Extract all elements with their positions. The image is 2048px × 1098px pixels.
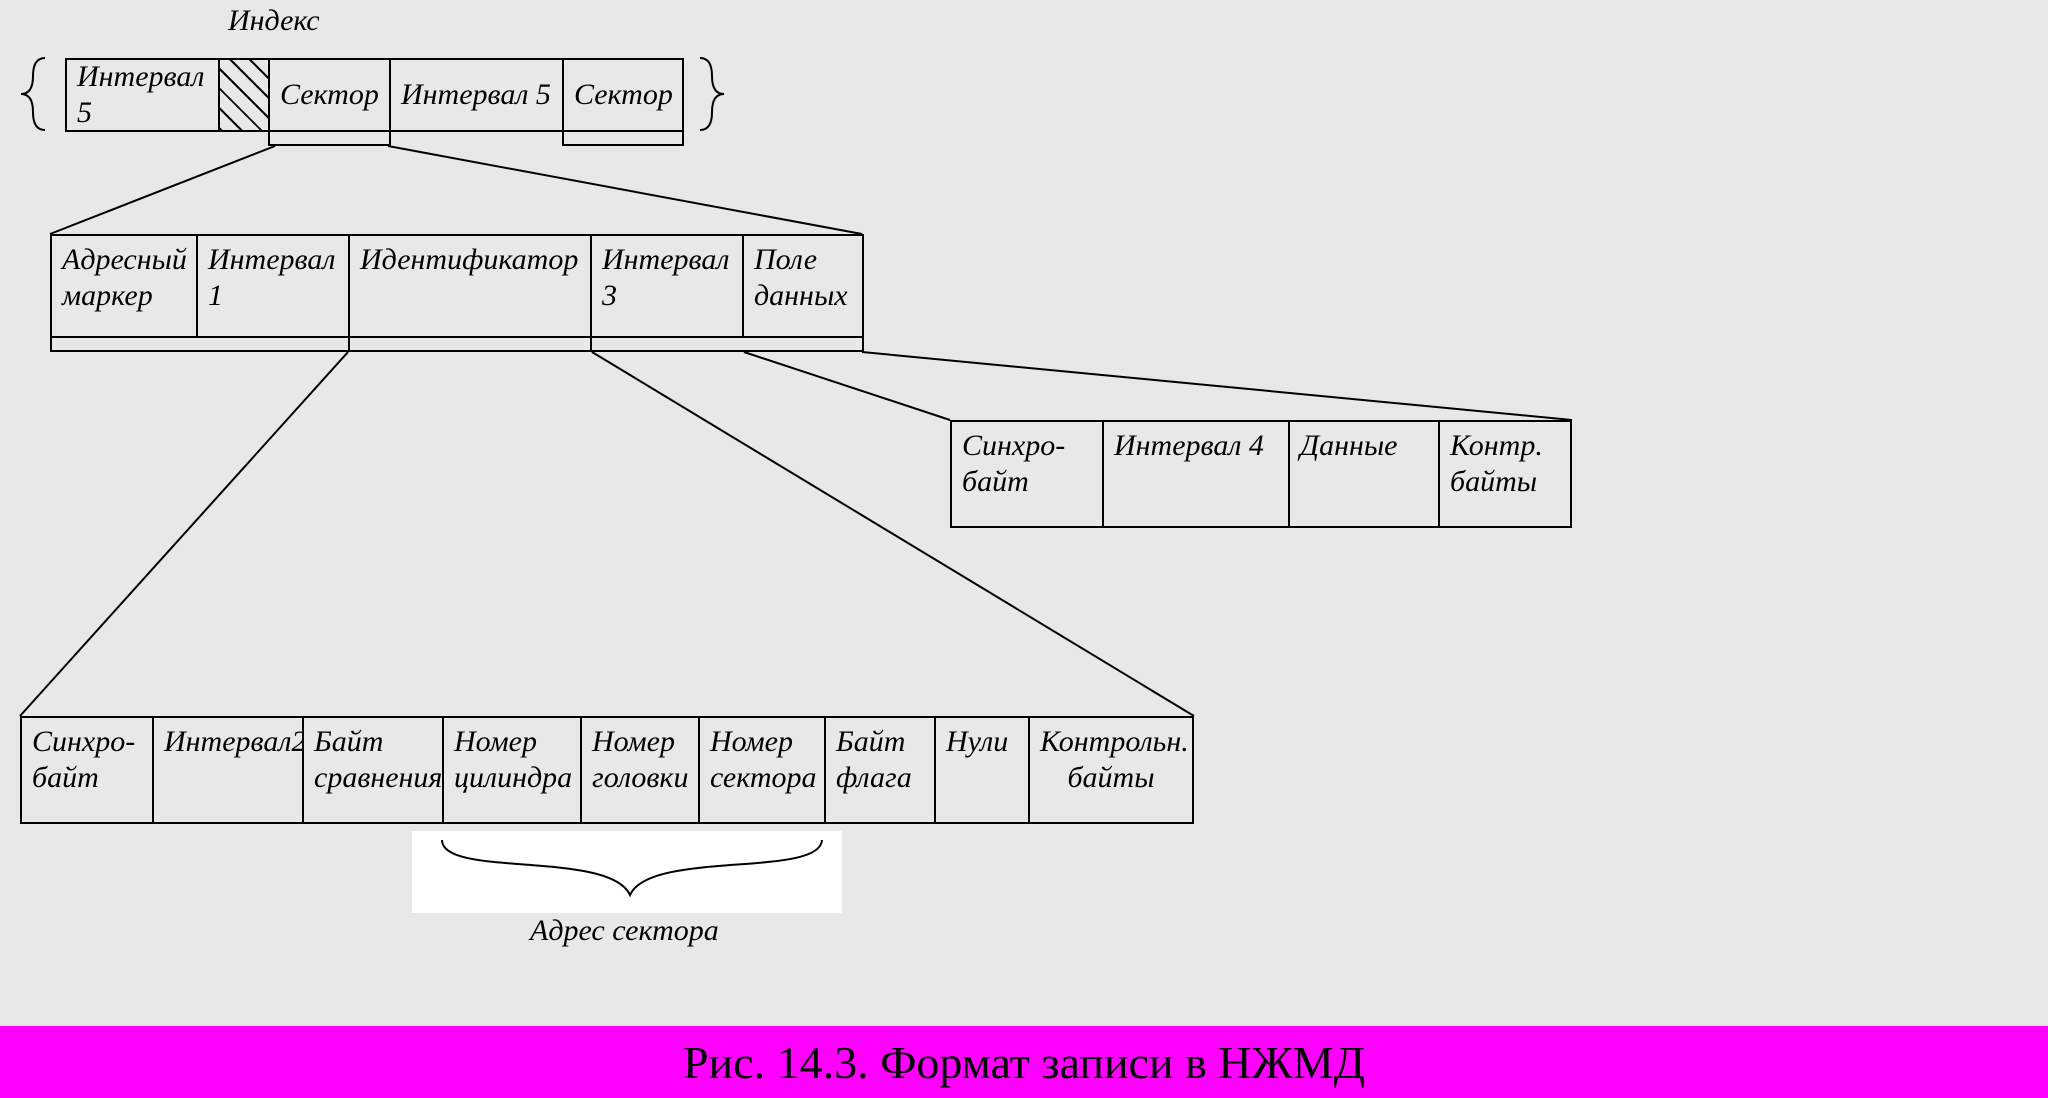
guide-line [744, 352, 950, 420]
ubar-sector-a [268, 132, 391, 146]
cell-text: Интервал 1 [208, 242, 338, 314]
guide-line [50, 146, 275, 234]
ubar-sector-b [562, 132, 684, 146]
label-sector-address: Адрес сектора [530, 914, 719, 948]
cell-sect: Номер сектора [698, 716, 826, 824]
cell-interval4: Интервал 4 [1102, 420, 1290, 528]
cell-text: Сектор [280, 77, 379, 113]
cell-text: Контрольн. [1040, 724, 1182, 760]
cell-text: байты [1040, 760, 1182, 796]
cell-cmp-byte: Байт сравнения [302, 716, 444, 824]
guide-line [592, 352, 1194, 716]
cell-text: Номер [592, 724, 688, 760]
cell-interval2: Интервал2 [152, 716, 304, 824]
cell-text: байт [32, 760, 142, 796]
cell-text: Номер [454, 724, 570, 760]
cell-text: Идентификатор [360, 242, 580, 278]
cell-text: Интервал 5 [401, 77, 552, 113]
ubar-identifier [348, 338, 592, 352]
cell-sync-r3: Синхро- байт [950, 420, 1104, 528]
cell-interval5a: Интервал 5 [65, 58, 220, 132]
cell-text: байт [962, 464, 1092, 500]
cell-text: Синхро- [962, 428, 1092, 464]
cell-interval1: Интервал 1 [196, 234, 350, 338]
cell-head: Номер головки [580, 716, 700, 824]
cell-text: Синхро- [32, 724, 142, 760]
guide-line [20, 352, 348, 716]
guide-line [388, 146, 862, 234]
ubar-row2-right [590, 338, 864, 352]
cell-text: маркер [62, 278, 186, 314]
guide-line [862, 352, 1572, 420]
cell-ctrl-r4: Контрольн. байты [1028, 716, 1194, 824]
cell-cyl: Номер цилиндра [442, 716, 582, 824]
cell-text: Адресный [62, 242, 186, 278]
caption-text: Рис. 14.3. Формат записи в НЖМД [683, 1036, 1365, 1089]
cell-text: данных [754, 278, 852, 314]
cell-text: Интервал2 [164, 724, 292, 760]
cell-zeros: Нули [934, 716, 1030, 824]
cell-text: Номер [710, 724, 814, 760]
cell-ctrl-r3: Контр. байты [1438, 420, 1572, 528]
ubar-row2-left [50, 338, 350, 352]
brace-right-icon [700, 58, 724, 130]
brace-left-icon [21, 58, 45, 130]
cell-interval3: Интервал 3 [590, 234, 744, 338]
caption-bar: Рис. 14.3. Формат записи в НЖМД [0, 1026, 2048, 1098]
cell-text: флага [836, 760, 924, 796]
cell-data-field: Поле данных [742, 234, 864, 338]
cell-text: Данные [1300, 428, 1428, 464]
cell-text: цилиндра [454, 760, 570, 796]
cell-addr-marker: Адресный маркер [50, 234, 198, 338]
cell-text: Нули [946, 724, 1018, 760]
white-brace-patch [412, 831, 842, 913]
label-index: Индекс [228, 4, 320, 38]
cell-text: Байт [836, 724, 924, 760]
cell-text: Байт [314, 724, 432, 760]
cell-identifier: Идентификатор [348, 234, 592, 338]
cell-sector-a: Сектор [268, 58, 391, 132]
cell-text: сектора [710, 760, 814, 796]
cell-sync-r4: Синхро- байт [20, 716, 154, 824]
cell-interval5b: Интервал 5 [389, 58, 564, 132]
overlay-svg [0, 0, 2048, 1098]
cell-text: байты [1450, 464, 1560, 500]
cell-text: Сектор [574, 77, 672, 113]
cell-text: Интервал 3 [602, 242, 732, 314]
cell-text: головки [592, 760, 688, 796]
cell-text: Интервал 5 [77, 59, 208, 131]
cell-sector-b: Сектор [562, 58, 684, 132]
cell-flag: Байт флага [824, 716, 936, 824]
cell-text: Поле [754, 242, 852, 278]
cell-data-r3: Данные [1288, 420, 1440, 528]
cell-text: сравнения [314, 760, 432, 796]
cell-index-hatched [218, 58, 270, 132]
cell-text: Контр. [1450, 428, 1560, 464]
cell-text: Интервал 4 [1114, 428, 1278, 464]
